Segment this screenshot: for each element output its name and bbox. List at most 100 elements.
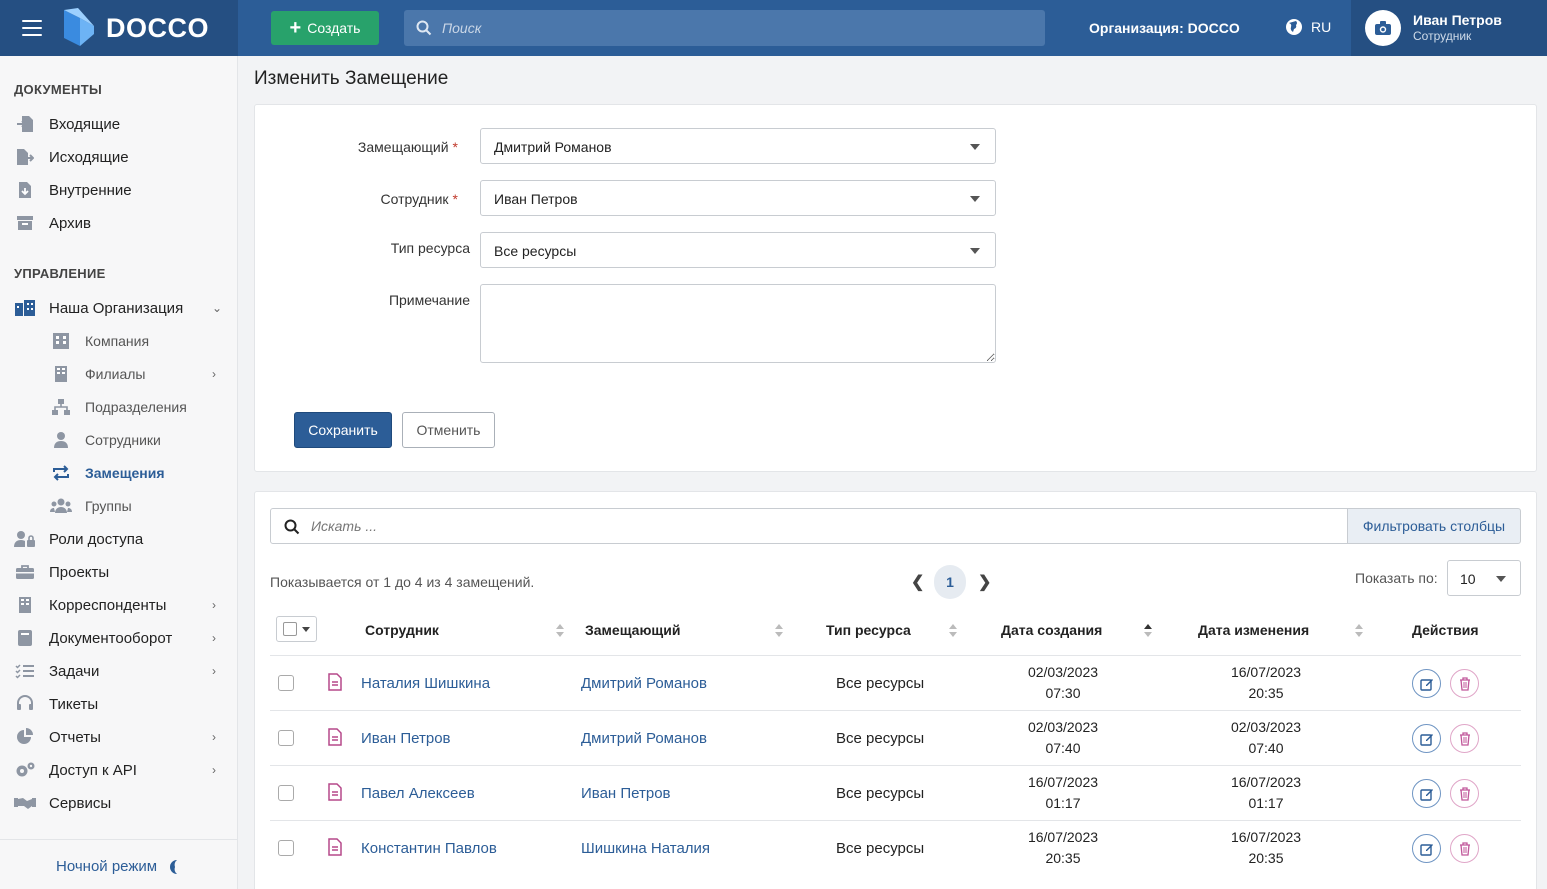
employee-link[interactable]: Павел Алексеев [361,785,475,802]
column-header-resource-type[interactable]: Тип ресурса [826,622,911,638]
sidebar-item-projects[interactable]: Проекты [0,557,237,587]
created-date: 16/07/2023 [1027,774,1099,790]
sidebar-item-our-organization[interactable]: Наша Организация ⌄ [0,293,237,323]
caret-down-icon [970,248,980,254]
page-button-current[interactable]: 1 [934,565,966,599]
modified-cell: 16/07/2023 20:35 [1221,827,1311,869]
table-search-input[interactable] [311,509,1331,543]
column-header-substitute[interactable]: Замещающий [585,622,680,638]
sidebar-item-substitutions[interactable]: Замещения [0,458,237,488]
column-header-created[interactable]: Дата создания [1001,622,1102,638]
sort-icon[interactable] [775,624,783,638]
night-mode-toggle[interactable]: Ночной режим [56,858,181,875]
sort-icon[interactable] [949,624,957,638]
handshake-icon [14,793,36,813]
modified-date: 16/07/2023 [1230,664,1302,680]
page-size-select[interactable]: 10 [1447,560,1521,596]
sidebar-item-tickets[interactable]: Тикеты [0,689,237,719]
cancel-button[interactable]: Отменить [402,412,495,448]
sidebar-item-reports[interactable]: Отчеты › [0,722,237,752]
sort-icon[interactable] [556,624,564,638]
sidebar-item-groups[interactable]: Группы [0,491,237,521]
language-switcher[interactable]: RU [1285,18,1331,36]
caret-down-icon [970,144,980,150]
user-tie-icon [50,430,72,450]
user-menu[interactable]: Иван Петров Сотрудник [1351,0,1547,56]
logo-area: DOCCO [0,0,238,56]
delete-button[interactable] [1450,669,1479,698]
delete-button[interactable] [1450,724,1479,753]
edit-button[interactable] [1412,669,1441,698]
row-checkbox[interactable] [278,785,294,801]
note-textarea[interactable] [480,284,996,363]
sidebar-item-incoming[interactable]: Входящие [0,109,237,139]
column-header-employee[interactable]: Сотрудник [365,622,439,638]
bulk-select-dropdown[interactable] [276,616,317,642]
modified-cell: 16/07/2023 20:35 [1221,662,1311,704]
chevron-right-icon: › [212,631,216,645]
sidebar-item-internal[interactable]: Внутренние [0,175,237,205]
sidebar-item-company[interactable]: Компания [0,326,237,356]
modified-cell: 16/07/2023 01:17 [1221,772,1311,814]
document-icon [328,838,342,856]
resource-type-cell: Все ресурсы [836,785,925,802]
chevron-right-icon: › [212,664,216,678]
chevron-left-icon[interactable]: ❮ [911,572,924,592]
substitute-select[interactable]: Дмитрий Романов [480,128,996,164]
sort-asc-icon[interactable] [1144,624,1152,638]
substitute-link[interactable]: Дмитрий Романов [581,730,707,747]
substitute-link[interactable]: Шишкина Наталия [581,840,710,857]
substitute-link[interactable]: Дмитрий Романов [581,675,707,692]
column-header-modified[interactable]: Дата изменения [1198,622,1309,638]
row-checkbox[interactable] [278,675,294,691]
global-search-input[interactable] [442,10,1032,46]
sidebar-item-archive[interactable]: Архив [0,208,237,238]
table-row: Наталия Шишкина Дмитрий Романов Все ресу… [270,656,1521,711]
sidebar-item-label: Доступ к API [49,761,137,779]
sidebar-item-label: Подразделения [85,399,187,415]
sidebar-item-departments[interactable]: Подразделения [0,392,237,422]
edit-button[interactable] [1412,724,1441,753]
sidebar-item-services[interactable]: Сервисы [0,788,237,818]
sidebar-item-correspondents[interactable]: Корреспонденты › [0,590,237,620]
delete-button[interactable] [1450,834,1479,863]
employee-link[interactable]: Иван Петров [361,730,451,747]
row-checkbox[interactable] [278,730,294,746]
employee-link[interactable]: Наталия Шишкина [361,675,490,692]
sidebar-item-outgoing[interactable]: Исходящие [0,142,237,172]
resource-type-label: Тип ресурса [390,240,470,256]
sidebar-item-api-access[interactable]: Доступ к API › [0,755,237,785]
sidebar-item-branches[interactable]: Филиалы › [0,359,237,389]
chevron-right-icon[interactable]: ❯ [978,572,991,592]
delete-button[interactable] [1450,779,1479,808]
sort-icon[interactable] [1355,624,1363,638]
outgoing-icon [14,147,36,167]
sidebar-item-employees[interactable]: Сотрудники [0,425,237,455]
required-marker: * [452,139,458,155]
internal-doc-icon [14,180,36,200]
sidebar-item-access-roles[interactable]: Роли доступа [0,524,237,554]
edit-button[interactable] [1412,779,1441,808]
avatar [1365,10,1401,46]
globe-icon [1286,19,1302,35]
resource-type-select[interactable]: Все ресурсы [480,232,996,268]
resource-type-cell: Все ресурсы [836,730,925,747]
page-title: Изменить Замещение [254,68,449,89]
edit-button[interactable] [1412,834,1441,863]
menu-icon[interactable] [22,20,42,36]
sidebar-item-label: Документооборот [49,629,173,647]
filter-columns-button[interactable]: Фильтровать столбцы [1347,508,1521,544]
sidebar-item-tasks[interactable]: Задачи › [0,656,237,686]
sidebar: ДОКУМЕНТЫ Входящие Исходящие Внутренние … [0,56,238,889]
sidebar-item-workflow[interactable]: Документооборот › [0,623,237,653]
substitute-link[interactable]: Иван Петров [581,785,671,802]
employee-link[interactable]: Константин Павлов [361,840,497,857]
save-button[interactable]: Сохранить [294,412,392,448]
modified-time: 01:17 [1248,795,1284,811]
caret-down-icon [1496,576,1506,582]
row-checkbox[interactable] [278,840,294,856]
create-button[interactable]: + Создать [271,11,379,45]
hierarchy-icon [50,397,72,417]
employee-select[interactable]: Иван Петров [480,180,996,216]
trash-icon [1459,731,1470,746]
